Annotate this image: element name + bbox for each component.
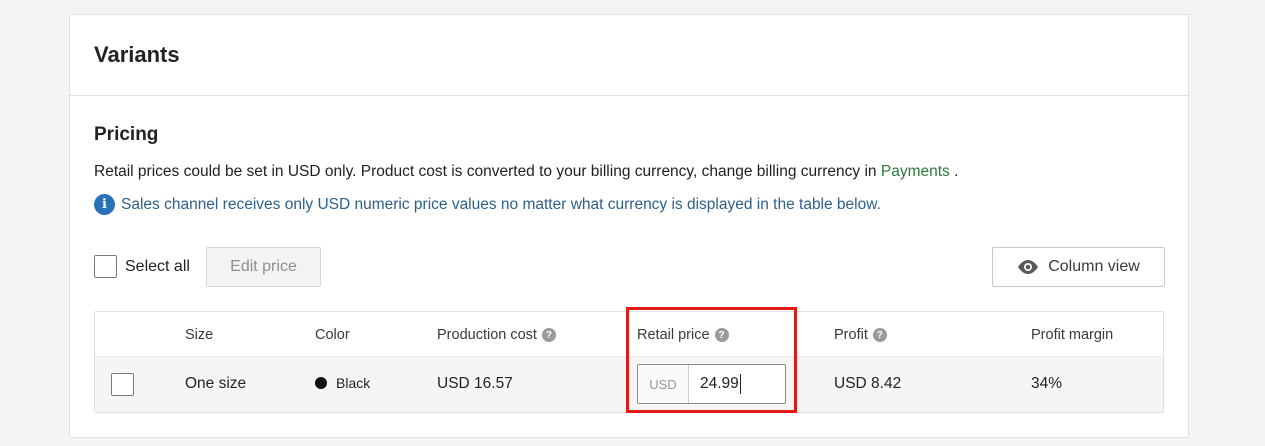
retail-price-value[interactable]: 24.99 [689, 365, 785, 403]
currency-prefix: USD [638, 365, 689, 403]
cell-production-cost: USD 16.57 [437, 375, 513, 392]
table-row: One size Black USD 16.57 USD 24.99 USD 8… [95, 356, 1163, 412]
column-view-button[interactable]: Column view [992, 247, 1165, 287]
header-production-cost-label: Production cost [437, 327, 537, 343]
eye-icon [1018, 260, 1039, 274]
notice-text: Sales channel receives only USD numeric … [121, 195, 881, 213]
variants-card: Variants Pricing Retail prices could be … [69, 14, 1189, 438]
pricing-description-end: . [949, 163, 959, 180]
header-retail-price-label: Retail price [637, 327, 710, 343]
retail-price-input[interactable]: USD 24.99 [637, 364, 786, 404]
info-icon: i [94, 194, 115, 215]
header-size: Size [185, 327, 214, 343]
payments-link[interactable]: Payments [881, 163, 950, 180]
select-all-control[interactable]: Select all [94, 255, 190, 278]
info-notice: i Sales channel receives only USD numeri… [94, 194, 881, 215]
color-swatch [315, 377, 327, 389]
table-header: Size Color Production cost ? Retail pric… [95, 312, 1163, 356]
header-profit-margin: Profit margin [1031, 327, 1114, 343]
cell-color: Black [315, 375, 370, 391]
select-all-label: Select all [125, 257, 190, 275]
help-icon[interactable]: ? [714, 328, 729, 342]
header-retail-price: Retail price ? [637, 327, 729, 343]
help-icon[interactable]: ? [872, 328, 887, 342]
cell-profit: USD 8.42 [834, 375, 902, 392]
retail-price-text: 24.99 [700, 375, 739, 392]
pricing-title: Pricing [94, 124, 159, 145]
help-icon[interactable]: ? [541, 328, 556, 342]
edit-price-button[interactable]: Edit price [206, 247, 321, 287]
column-view-label: Column view [1048, 258, 1140, 275]
text-caret [739, 374, 741, 394]
row-checkbox[interactable] [111, 373, 134, 396]
cell-profit-margin: 34% [1031, 375, 1063, 392]
color-label: Black [336, 375, 371, 391]
header-production-cost: Production cost ? [437, 327, 556, 343]
header-profit: Profit ? [834, 327, 887, 343]
header-color: Color [315, 327, 350, 343]
card-header: Variants [70, 15, 1188, 96]
cell-size: One size [185, 375, 247, 392]
header-profit-label: Profit [834, 327, 868, 343]
variants-table: Size Color Production cost ? Retail pric… [94, 311, 1164, 413]
select-all-checkbox[interactable] [94, 255, 117, 278]
page-title: Variants [94, 42, 180, 67]
pricing-description: Retail prices could be set in USD only. … [94, 163, 958, 181]
pricing-description-text: Retail prices could be set in USD only. … [94, 163, 881, 180]
